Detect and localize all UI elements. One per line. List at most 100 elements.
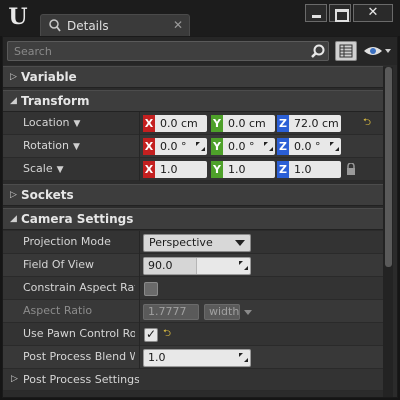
property-label[interactable]: Location ▼ <box>23 116 135 129</box>
scrollbar-thumb[interactable] <box>385 67 392 267</box>
column-divider[interactable] <box>139 277 140 300</box>
column-divider[interactable] <box>139 323 140 346</box>
property-row-post-process-settings[interactable]: ▷ Post Process Settings <box>3 369 383 391</box>
scale-z[interactable]: Z 1.0 <box>277 161 341 178</box>
category-camera-settings[interactable]: ◢ Camera Settings <box>3 208 383 230</box>
scale-y-field[interactable]: 1.0 <box>223 161 275 178</box>
column-divider[interactable] <box>139 231 140 254</box>
chevron-down-icon <box>235 240 245 246</box>
view-options-button[interactable] <box>362 42 392 60</box>
collapse-arrow-icon: ◢ <box>10 214 17 224</box>
x-axis-label: X <box>143 161 155 178</box>
location-z-field[interactable]: 72.0 cm <box>289 115 341 132</box>
property-row-post-process-blend-weight: Post Process Blend Weight 1.0 <box>3 346 383 369</box>
scale-x[interactable]: X 1.0 <box>143 161 207 178</box>
property-matrix-icon <box>339 44 353 58</box>
unreal-logo-icon: U <box>8 4 28 30</box>
dropdown-arrow-icon[interactable]: ▼ <box>74 119 81 129</box>
location-x-field[interactable]: 0.0 cm <box>155 115 207 132</box>
close-icon: ✕ <box>367 5 379 20</box>
scale-z-field[interactable]: 1.0 <box>289 161 341 178</box>
scale-x-field[interactable]: 1.0 <box>155 161 207 178</box>
search-icon[interactable] <box>311 44 325 58</box>
property-row-use-pawn-control-rotation: Use Pawn Control Rotation ✓ ⮌ <box>3 323 383 346</box>
location-y-field[interactable]: 0.0 cm <box>223 115 275 132</box>
z-axis-label: Z <box>277 161 289 178</box>
rotation-x-field[interactable]: 0.0 ° <box>155 138 207 155</box>
column-divider[interactable] <box>139 112 140 135</box>
expand-arrow-icon: ▷ <box>10 190 17 200</box>
rotation-x[interactable]: X 0.0 ° <box>143 138 207 155</box>
reset-to-default-icon[interactable]: ⮌ <box>163 329 173 339</box>
property-row-projection-mode: Projection Mode Perspective <box>3 231 383 254</box>
y-axis-label: Y <box>211 138 223 155</box>
property-row-constrain-aspect-ratio: Constrain Aspect Ratio <box>3 277 383 300</box>
field-of-view-slider[interactable]: 90.0 <box>143 257 251 275</box>
category-variable[interactable]: ▷ Variable <box>3 66 383 88</box>
location-z[interactable]: Z 72.0 cm <box>277 115 341 132</box>
location-y[interactable]: Y 0.0 cm <box>211 115 275 132</box>
category-label: Sockets <box>21 188 74 202</box>
property-row-scale: Scale ▼ X 1.0 Y 1.0 Z 1.0 <box>3 158 383 181</box>
rotation-y-field[interactable]: 0.0 ° <box>223 138 275 155</box>
dropdown-arrow-icon[interactable]: ▼ <box>73 142 80 152</box>
property-label[interactable]: Rotation ▼ <box>23 139 135 152</box>
column-divider[interactable] <box>139 346 140 369</box>
property-label: Field Of View <box>23 258 95 271</box>
column-divider[interactable] <box>139 254 140 277</box>
rotation-z[interactable]: Z 0.0 ° <box>277 138 341 155</box>
search-row <box>3 37 397 65</box>
tab-details[interactable]: Details ✕ <box>40 14 190 36</box>
z-axis-label: Z <box>277 138 289 155</box>
rotation-z-field[interactable]: 0.0 ° <box>289 138 341 155</box>
tab-label: Details <box>67 19 109 33</box>
property-label: Projection Mode <box>23 235 111 248</box>
reset-to-default-icon[interactable]: ⮌ <box>363 118 373 128</box>
constrain-aspect-ratio-checkbox[interactable] <box>144 282 158 296</box>
close-window-button[interactable]: ✕ <box>353 4 393 22</box>
property-row-location: Location ▼ X 0.0 cm Y 0.0 cm Z 72.0 cm ⮌ <box>3 112 383 135</box>
category-transform[interactable]: ◢ Transform <box>3 90 383 112</box>
maximize-button[interactable] <box>329 4 351 22</box>
projection-mode-dropdown[interactable]: Perspective <box>143 234 251 252</box>
aspect-ratio-field: 1.7777 <box>143 304 199 320</box>
aspect-ratio-unit: width <box>204 304 240 320</box>
blend-weight-value: 1.0 <box>148 351 166 364</box>
spin-arrows-icon <box>239 353 248 362</box>
collapse-arrow-icon: ◢ <box>10 96 17 106</box>
location-x[interactable]: X 0.0 cm <box>143 115 207 132</box>
scale-y[interactable]: Y 1.0 <box>211 161 275 178</box>
z-axis-label: Z <box>277 115 289 132</box>
lock-icon[interactable] <box>346 163 356 175</box>
spin-arrows-icon <box>330 142 339 151</box>
search-box[interactable] <box>7 41 329 61</box>
scrollbar[interactable] <box>383 67 393 397</box>
x-axis-label: X <box>143 115 155 132</box>
y-axis-label: Y <box>211 161 223 178</box>
rotation-y[interactable]: Y 0.0 ° <box>211 138 275 155</box>
minimize-button[interactable] <box>305 4 327 22</box>
property-row-field-of-view: Field Of View 90.0 <box>3 254 383 277</box>
column-divider[interactable] <box>139 300 140 323</box>
property-label[interactable]: Scale ▼ <box>23 162 135 175</box>
category-sockets[interactable]: ▷ Sockets <box>3 184 383 206</box>
category-label: Variable <box>21 70 77 84</box>
y-axis-label: Y <box>211 115 223 132</box>
property-row-aspect-ratio: Aspect Ratio 1.7777 width <box>3 300 383 323</box>
column-divider[interactable] <box>139 158 140 181</box>
property-list: ▷ Variable ◢ Transform Location ▼ X 0.0 c… <box>3 65 383 397</box>
property-matrix-button[interactable] <box>335 41 357 61</box>
post-process-blend-weight-field[interactable]: 1.0 <box>143 349 251 367</box>
use-pawn-control-rotation-checkbox[interactable]: ✓ <box>144 327 158 342</box>
dropdown-arrow-icon[interactable]: ▼ <box>57 165 64 175</box>
search-input[interactable] <box>8 42 308 60</box>
property-row-rotation: Rotation ▼ X 0.0 ° Y 0.0 ° Z 0.0 ° <box>3 135 383 158</box>
chevron-down-icon <box>244 310 252 315</box>
spin-arrows-icon <box>196 142 205 151</box>
property-label: Post Process Settings <box>23 373 139 386</box>
checkmark-icon: ✓ <box>146 327 157 341</box>
column-divider[interactable] <box>139 135 140 158</box>
details-icon <box>49 19 61 32</box>
property-label: Constrain Aspect Ratio <box>23 281 135 294</box>
tab-close-icon[interactable]: ✕ <box>173 18 183 32</box>
